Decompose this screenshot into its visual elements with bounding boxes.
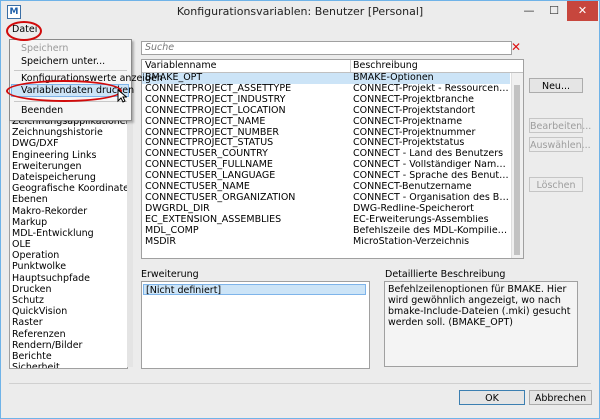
table-row[interactable]: CONNECTPROJECT_LOCATION CONNECT-Projektst…: [142, 104, 510, 117]
category-items: Zeichnungsapplikationen Zeichnungshistori…: [10, 116, 127, 368]
mouse-cursor-icon: [117, 89, 127, 103]
scrollbar-thumb[interactable]: [514, 85, 520, 255]
table-scrollbar[interactable]: [511, 73, 523, 258]
category-item[interactable]: Geografische Koordinaten: [10, 183, 127, 194]
category-item[interactable]: Makro-Rekorder: [10, 206, 127, 217]
variable-name-cell: CONNECTPROJECT_NAME: [145, 115, 266, 127]
menu-item-beenden[interactable]: Beenden: [21, 105, 63, 117]
category-item[interactable]: Engineering Links: [10, 150, 127, 161]
menu-item-speichern-unter[interactable]: Speichern unter...: [21, 56, 105, 68]
extension-label: Erweiterung: [141, 269, 199, 280]
category-item[interactable]: Hauptsuchpfade: [10, 273, 127, 284]
category-item[interactable]: Erweiterungen: [10, 161, 127, 172]
category-item[interactable]: Rendern/Bilder: [10, 340, 127, 351]
edit-button[interactable]: Bearbeiten...: [529, 118, 591, 133]
menu-item-speichern[interactable]: Speichern: [21, 43, 68, 55]
search-input[interactable]: Suche: [141, 41, 512, 55]
ok-button[interactable]: OK: [459, 390, 525, 405]
variable-description-cell: CONNECT - Land des Benutzers: [353, 149, 504, 160]
category-item[interactable]: Zeichnungshistorie: [10, 127, 127, 138]
variable-description-cell: CONNECT - Organisation des Benutzers: [353, 192, 510, 203]
table-row[interactable]: MDL_COMP Befehlszeile des MDL-Kompilierer…: [142, 224, 510, 237]
variable-description-cell: CONNECT-Projekt - Ressourcentyp: [353, 83, 510, 94]
column-header-name[interactable]: Variablenname: [142, 60, 351, 72]
category-item[interactable]: OLE: [10, 239, 127, 250]
category-item[interactable]: Markup: [10, 217, 127, 228]
annotation-ellipse-datei: [6, 21, 42, 41]
close-button[interactable]: ✕: [567, 1, 598, 21]
extension-list[interactable]: [Nicht definiert]: [141, 281, 370, 369]
category-item[interactable]: Referenzen: [10, 329, 127, 340]
variable-name-cell: EC_EXTENSION_ASSEMBLIES: [145, 213, 282, 225]
minimize-button[interactable]: —: [517, 1, 541, 21]
variable-description-cell: CONNECT-Projektnummer: [353, 127, 476, 138]
category-item[interactable]: Berichte: [10, 351, 127, 362]
variables-table[interactable]: Variablenname Beschreibung BMAKE_OPT BMAK…: [141, 59, 524, 259]
maximize-button[interactable]: ☐: [542, 1, 566, 21]
configuration-variables-dialog: M Konfigurationsvariablen: Benutzer [Per…: [0, 0, 600, 419]
variable-description-cell: CONNECT - Vollständiger Name des Benutze…: [353, 160, 510, 171]
category-item[interactable]: MDL-Entwicklung: [10, 228, 127, 239]
variable-description-cell: CONNECT-Projektstatus: [353, 138, 465, 149]
category-item[interactable]: QuickVision: [10, 306, 127, 317]
divider: [9, 383, 591, 384]
category-item[interactable]: Ebenen: [10, 194, 127, 205]
variable-description-cell: CONNECT-Benutzername: [353, 182, 472, 192]
detail-description-label: Detaillierte Beschreibung: [385, 269, 506, 280]
variable-description-cell: CONNECT-Projektname: [353, 116, 463, 127]
category-item[interactable]: DWG/DXF: [10, 138, 127, 149]
table-row[interactable]: EC_EXTENSION_ASSEMBLIES EC-Erweiterungs-A…: [142, 213, 510, 226]
window-title: Konfigurationsvariablen: Benutzer [Perso…: [176, 5, 424, 18]
menu-separator: [14, 70, 127, 71]
variable-description-cell: CONNECT-Projektbranche: [353, 94, 474, 105]
new-button[interactable]: Neu...: [529, 78, 583, 93]
variable-name-cell: MSDIR: [145, 235, 176, 247]
detail-description-text: Befehlzeilenoptionen für BMAKE. Hier wir…: [384, 281, 578, 367]
annotation-ellipse-print: [6, 80, 122, 102]
select-button[interactable]: Auswählen...: [529, 137, 591, 152]
category-item[interactable]: Raster: [10, 317, 127, 328]
table-row[interactable]: CONNECTPROJECT_NAME CONNECT-Projektname: [142, 115, 510, 128]
column-header-description[interactable]: Beschreibung: [350, 60, 513, 72]
variable-name-cell: MDL_COMP: [145, 224, 199, 236]
title-bar[interactable]: M Konfigurationsvariablen: Benutzer [Per…: [1, 1, 599, 23]
variable-description-cell: BMAKE-Optionen: [353, 73, 434, 83]
extension-item[interactable]: [Nicht definiert]: [143, 284, 366, 296]
cancel-button[interactable]: Abbrechen: [529, 390, 592, 405]
category-item[interactable]: Operation: [10, 250, 127, 261]
variable-name-cell: CONNECTPROJECT_LOCATION: [145, 104, 286, 116]
table-row[interactable]: MSDIR MicroStation-Verzeichnis: [142, 235, 510, 248]
variable-description-cell: CONNECT-Projektstandort: [353, 105, 476, 116]
variable-description-cell: CONNECT - Sprache des Benutzers: [353, 171, 510, 182]
category-item[interactable]: Schutz: [10, 295, 127, 306]
category-item[interactable]: Sicherheit: [10, 362, 127, 368]
delete-button[interactable]: Löschen: [529, 177, 583, 192]
menu-bar: Datei: [1, 23, 599, 39]
variable-description-cell: Befehlszeile des MDL-Kompilierers: [353, 225, 510, 236]
variable-description-cell: EC-Erweiterungs-Assemblies: [353, 214, 489, 225]
category-item[interactable]: Punktwolke: [10, 261, 127, 272]
clear-search-icon[interactable]: ✕: [511, 40, 521, 54]
category-item[interactable]: Dateispeicherung: [10, 172, 127, 183]
category-item[interactable]: Drucken: [10, 284, 127, 295]
variable-description-cell: DWG-Redline-Speicherort: [353, 203, 474, 214]
variable-description-cell: MicroStation-Verzeichnis: [353, 236, 470, 247]
